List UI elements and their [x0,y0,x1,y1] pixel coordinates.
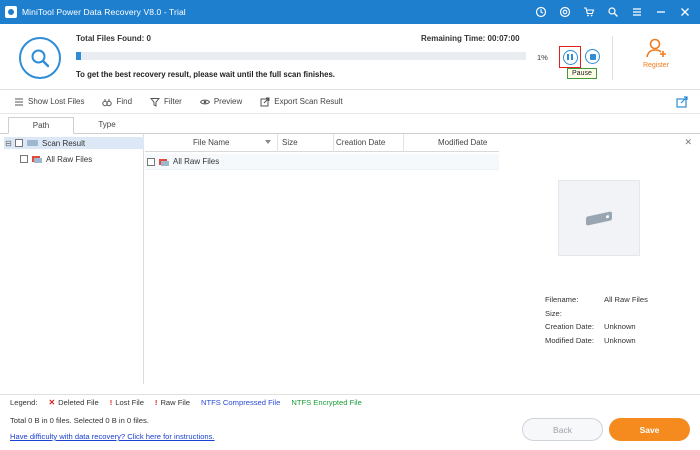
minimize-icon[interactable] [650,3,672,21]
menu-icon[interactable] [626,3,648,21]
tree-item-scan-result[interactable]: ⊟ Scan Result [4,137,144,149]
eye-icon [199,99,210,104]
show-lost-files-button[interactable]: Show Lost Files [14,97,84,107]
collapse-icon[interactable]: ⊟ [4,139,13,148]
scan-progress-bar [76,52,526,60]
sort-arrow-icon [265,140,271,144]
tree-item-all-raw-files[interactable]: All Raw Files [20,153,92,165]
column-creation-date[interactable]: Creation Date [334,134,404,152]
export-scan-result-button[interactable]: Export Scan Result [260,97,343,107]
find-button[interactable]: Find [102,97,132,107]
scan-hint-text: To get the best recovery result, please … [76,70,335,79]
preview-panel: ✕ Filename: All Raw Files Size: Creation … [500,134,700,384]
scan-magnifier-icon [19,37,61,79]
tree-item-label: Scan Result [42,138,86,148]
file-list: File Name Size Creation Date Modified Da… [145,134,499,384]
header-divider [612,36,613,80]
drive-icon [586,210,612,226]
clock-icon[interactable] [530,3,552,21]
raw-files-icon [32,155,42,163]
row-file-name: All Raw Files [173,157,220,166]
column-modified-date[interactable]: Modified Date [404,134,499,152]
legend-lost: ! Lost File [109,398,144,407]
row-checkbox[interactable] [147,157,155,166]
raw-mark-icon: ! [154,398,158,407]
share-icon[interactable] [676,96,688,108]
legend: Legend: ✕ Deleted File ! Lost File ! Raw Fi… [0,394,700,410]
close-preview-icon[interactable]: ✕ [684,137,692,148]
file-details: Filename: All Raw Files Size: Creation Da… [545,293,648,347]
scan-progress-fill [76,52,81,60]
filter-icon [150,97,161,107]
toolbar: Show Lost Files Find Filter Preview Expo… [0,90,700,114]
pause-button[interactable] [559,46,581,68]
scan-status-panel: Total Files Found: 0 Remaining Time: 00:… [0,24,700,90]
detail-modified-date: Modified Date: Unknown [545,335,636,345]
remaining-time: Remaining Time: 00:07:00 [421,34,520,43]
export-icon [260,97,270,106]
back-button[interactable]: Back [522,418,603,441]
register-label: Register [642,62,670,69]
title-bar: MiniTool Power Data Recovery V8.0 - Tria… [0,0,700,24]
column-size[interactable]: Size [278,134,334,152]
folder-tree: ⊟ Scan Result All Raw Files [0,134,144,384]
help-link[interactable]: Have difficulty with data recovery? Clic… [10,432,215,441]
selection-totals: Total 0 B in 0 files. Selected 0 B in 0 … [10,416,149,425]
window-title: MiniTool Power Data Recovery V8.0 - Tria… [22,7,186,17]
detail-creation-date: Creation Date: Unknown [545,322,636,332]
stop-icon [589,53,596,60]
drive-icon [27,140,38,146]
close-icon[interactable] [674,3,696,21]
title-controls [530,3,696,21]
total-files-found: Total Files Found: 0 [76,34,151,43]
save-button[interactable]: Save [609,418,690,441]
preview-button[interactable]: Preview [199,97,242,107]
legend-ntfs-encrypted: NTFS Encrypted File [291,398,362,407]
stop-button[interactable] [585,49,600,64]
legend-ntfs-compressed: NTFS Compressed File [201,398,281,407]
search-key-icon[interactable] [602,3,624,21]
lost-mark-icon: ! [109,398,113,407]
column-file-name[interactable]: File Name [145,134,278,152]
register-button[interactable]: Register [634,36,678,69]
all-raw-files-checkbox[interactable] [20,155,28,163]
tree-item-label: All Raw Files [46,154,93,164]
legend-raw: ! Raw File [154,398,190,407]
progress-percent: 1% [537,53,548,62]
raw-files-icon [159,158,169,166]
scan-result-checkbox[interactable] [15,139,23,147]
cart-icon[interactable] [578,3,600,21]
detail-size: Size: [545,308,562,318]
tab-type[interactable]: Type [74,117,140,134]
view-tabs: Path Type [0,117,700,134]
legend-deleted: ✕ Deleted File [48,398,99,407]
list-icon [15,97,23,106]
app-logo-icon [5,6,17,18]
filter-button[interactable]: Filter [150,97,182,107]
support-icon[interactable] [554,3,576,21]
pause-tooltip: Pause [567,68,597,79]
preview-thumbnail [558,180,640,256]
table-row[interactable]: All Raw Files [145,154,499,170]
tab-path[interactable]: Path [8,117,74,134]
pause-icon [562,49,578,65]
user-icon [646,38,666,58]
detail-filename: Filename: All Raw Files [545,295,648,305]
legend-title: Legend: [10,398,38,407]
deleted-mark-icon: ✕ [48,398,56,407]
file-list-header: File Name Size Creation Date Modified Da… [145,134,499,152]
binoculars-icon [102,98,113,106]
